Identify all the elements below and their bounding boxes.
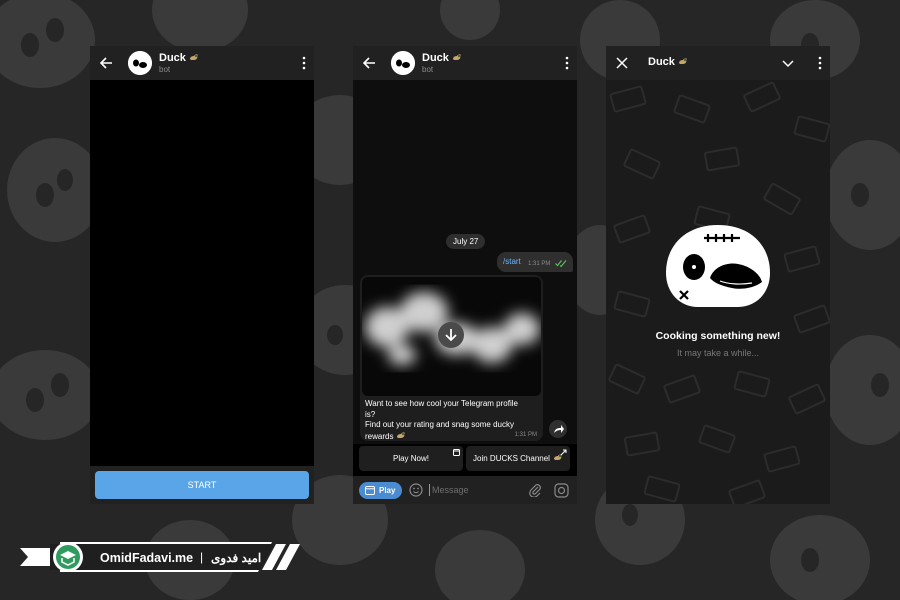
avatar[interactable] [391, 51, 415, 75]
phone-screen-web-app: Duck Cooking something new! It may take … [606, 46, 830, 504]
message-input-bar: Play Message [353, 476, 577, 504]
camera-icon[interactable] [554, 483, 569, 498]
web-app-icon [453, 449, 460, 456]
close-icon[interactable] [616, 57, 628, 69]
external-link-icon [560, 449, 567, 456]
share-button[interactable] [549, 420, 567, 438]
message-time: 1:31 PM [514, 432, 537, 438]
download-arrow-icon [445, 329, 457, 342]
web-app-icon [365, 486, 375, 495]
web-app-header: Duck [606, 46, 830, 80]
brand-watermark: OmidFadavi.me | امید فدوی [20, 540, 305, 574]
status-title: Cooking something new! [655, 330, 781, 342]
duck-emoji-icon [397, 431, 406, 438]
attach-icon[interactable] [528, 483, 542, 497]
duck-emoji-icon [189, 54, 198, 60]
phone-screen-empty: Duck bot START [90, 46, 314, 504]
web-app-title: Duck [648, 56, 688, 68]
chevron-down-icon[interactable] [782, 58, 794, 68]
duck-emoji-icon [678, 58, 687, 64]
phone-screen-chat: Duck bot July 27 /start 1:31 PM Want to … [353, 46, 577, 504]
download-button[interactable] [438, 322, 464, 348]
start-button[interactable]: START [95, 471, 309, 499]
chat-header: Duck bot [353, 46, 577, 80]
duck-avatar-icon [391, 51, 415, 75]
avatar[interactable] [128, 51, 152, 75]
duck-skull-logo [666, 225, 770, 307]
chat-title: Duck [159, 52, 199, 64]
bottom-bar: START [90, 466, 314, 504]
back-arrow-icon[interactable] [98, 55, 114, 71]
message-time: 1:31 PM [528, 261, 551, 267]
play-web-app-button[interactable]: Play [359, 482, 402, 499]
duck-avatar-icon [128, 51, 152, 75]
brand-site: OmidFadavi.me [100, 551, 194, 565]
status-subtitle: It may take a while... [676, 348, 760, 358]
chat-subtitle: bot [422, 65, 434, 74]
outgoing-message[interactable]: /start 1:31 PM [497, 252, 573, 272]
play-now-button[interactable]: Play Now! [359, 446, 463, 471]
message-line: Find out your rating and snag some ducky [365, 420, 514, 429]
chat-area[interactable]: July 27 /start 1:31 PM Want to see how c… [353, 80, 577, 444]
more-menu-icon[interactable] [302, 56, 306, 70]
chat-title: Duck [422, 52, 462, 64]
chat-subtitle: bot [159, 65, 171, 74]
incoming-message[interactable]: Want to see how cool your Telegram profi… [360, 275, 543, 441]
brand-name: امید فدوی [211, 551, 262, 565]
message-input[interactable]: Message [432, 485, 469, 495]
brand-separator: | [200, 550, 204, 564]
read-checkmarks-icon [555, 260, 567, 267]
emoji-icon[interactable] [409, 483, 423, 497]
chat-header: Duck bot [90, 46, 314, 80]
back-arrow-icon[interactable] [361, 55, 377, 71]
duck-emoji-icon [452, 54, 461, 60]
more-menu-icon[interactable] [565, 56, 569, 70]
more-menu-icon[interactable] [818, 56, 822, 70]
date-chip: July 27 [446, 234, 486, 249]
forward-arrow-icon [554, 425, 564, 433]
command-text[interactable]: /start [503, 257, 521, 266]
message-line: is? [365, 409, 376, 419]
text-caret [429, 484, 430, 496]
message-line: Want to see how cool your Telegram profi… [365, 399, 518, 408]
join-channel-button[interactable]: Join DUCKS Channel [466, 446, 570, 471]
media-preview[interactable] [362, 277, 541, 396]
